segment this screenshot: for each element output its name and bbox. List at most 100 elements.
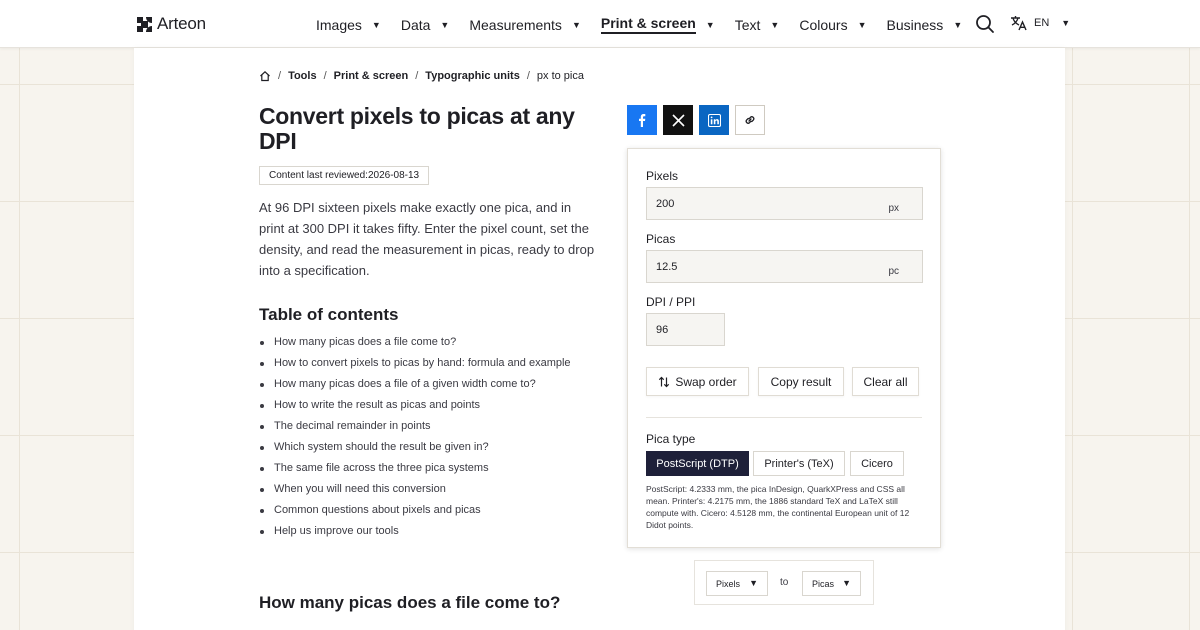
- pixels-unit: px: [888, 203, 899, 214]
- copy-link-button[interactable]: [735, 105, 765, 135]
- dpi-label: DPI / PPI: [646, 295, 696, 309]
- table-of-contents: How many picas does a file come to? How …: [259, 332, 571, 542]
- breadcrumb-typographic-units[interactable]: Typographic units: [425, 70, 520, 82]
- toc-item[interactable]: Help us improve our tools: [259, 521, 571, 542]
- breadcrumb: / Tools / Print & screen / Typographic u…: [259, 70, 584, 82]
- x-icon: [671, 113, 685, 127]
- picas-label: Picas: [646, 232, 676, 246]
- caret-down-icon: ▼: [705, 19, 715, 30]
- clear-all-button[interactable]: Clear all: [852, 367, 919, 396]
- caret-down-icon: ▼: [440, 19, 450, 30]
- translate-icon: [1011, 16, 1027, 31]
- nav-business[interactable]: Business ▼: [887, 15, 963, 34]
- caret-down-icon: ▼: [770, 19, 780, 30]
- toc-item[interactable]: When you will need this conversion: [259, 479, 571, 500]
- pica-type-printers-button[interactable]: Printer's (TeX): [753, 451, 845, 476]
- logo-icon: [137, 16, 152, 32]
- search-button[interactable]: [975, 14, 995, 34]
- nav-label: Data: [400, 16, 431, 33]
- content-card: / Tools / Print & screen / Typographic u…: [134, 48, 1065, 630]
- nav-label: Business: [886, 16, 944, 33]
- picas-unit: pc: [888, 266, 899, 277]
- dpi-value: 96: [656, 323, 669, 336]
- pica-type-postscript-button[interactable]: PostScript (DTP): [646, 451, 749, 476]
- brand-logo[interactable]: Arteon: [137, 14, 206, 34]
- divider: [646, 417, 922, 418]
- nav-label: Colours: [799, 16, 848, 33]
- copy-result-label: Copy result: [770, 374, 832, 389]
- caret-down-icon: ▼: [953, 19, 963, 30]
- nav-text[interactable]: Text ▼: [735, 15, 780, 34]
- toc-item[interactable]: Which system should the result be given …: [259, 437, 571, 458]
- pica-type-label-text: Cicero: [861, 457, 893, 470]
- to-unit-value: Picas: [812, 578, 835, 589]
- top-navigation: Arteon Images ▼ Data ▼ Measurements ▼ Pr…: [0, 0, 1200, 48]
- picas-input[interactable]: 12.5 pc: [646, 250, 923, 283]
- toc-item[interactable]: How many picas does a file come to?: [259, 332, 571, 353]
- nav-colours[interactable]: Colours ▼: [799, 15, 866, 34]
- language-switcher[interactable]: EN ▼: [1010, 15, 1070, 31]
- nav-measurements[interactable]: Measurements ▼: [469, 15, 581, 34]
- pica-type-cicero-button[interactable]: Cicero: [850, 451, 904, 476]
- toc-item[interactable]: How to convert pixels to picas by hand: …: [259, 353, 571, 374]
- clear-all-label: Clear all: [863, 374, 908, 389]
- reviewed-date: 2026-08-13: [367, 170, 420, 181]
- page-title: Convert pixels to picas at any DPI: [259, 103, 575, 154]
- pica-type-label: Pica type: [646, 432, 696, 446]
- caret-down-icon: ▼: [857, 19, 867, 30]
- share-facebook-button[interactable]: [627, 105, 657, 135]
- breadcrumb-separator: /: [323, 70, 327, 82]
- swap-order-button[interactable]: Swap order: [646, 367, 749, 396]
- nav-label: Images: [316, 16, 362, 33]
- pica-type-note: PostScript: 4.2333 mm, the pica InDesign…: [646, 484, 910, 530]
- toc-item[interactable]: Common questions about pixels and picas: [259, 500, 571, 521]
- toc-item[interactable]: How to write the result as picas and poi…: [259, 395, 571, 416]
- to-unit-select[interactable]: Picas ▼: [802, 571, 861, 596]
- toc-title: Table of contents: [259, 305, 399, 324]
- dpi-input[interactable]: 96: [646, 313, 725, 346]
- toc-item[interactable]: The same file across the three pica syst…: [259, 458, 571, 479]
- breadcrumb-current: px to pica: [536, 70, 584, 82]
- caret-down-icon: ▼: [842, 578, 851, 588]
- nav-data[interactable]: Data ▼: [401, 15, 450, 34]
- pica-type-label-text: PostScript (DTP): [656, 457, 739, 470]
- language-code: EN: [1034, 17, 1050, 29]
- nav-label: Print & screen: [600, 15, 696, 34]
- toc-item[interactable]: How many picas does a file of a given wi…: [259, 374, 571, 395]
- share-linkedin-button[interactable]: [699, 105, 729, 135]
- breadcrumb-print-screen[interactable]: Print & screen: [334, 70, 409, 82]
- share-x-button[interactable]: [663, 105, 693, 135]
- share-buttons: [627, 105, 765, 135]
- caret-down-icon: ▼: [571, 19, 581, 30]
- caret-down-icon: ▼: [749, 578, 758, 588]
- pixels-value: 200: [656, 197, 675, 210]
- swap-order-label: Swap order: [675, 374, 737, 389]
- nav-print-screen[interactable]: Print & screen ▼: [600, 15, 715, 34]
- from-unit-value: Pixels: [716, 578, 741, 589]
- home-icon[interactable]: [259, 70, 271, 82]
- breadcrumb-separator: /: [526, 70, 530, 82]
- converter-panel: Pixels 200 px Picas 12.5 pc DPI / PPI 96…: [627, 148, 941, 548]
- from-unit-select[interactable]: Pixels ▼: [706, 571, 768, 596]
- copy-result-button[interactable]: Copy result: [758, 367, 844, 396]
- pixels-label: Pixels: [646, 169, 679, 183]
- facebook-icon: [639, 114, 646, 127]
- nav-label: Text: [734, 16, 761, 33]
- reviewed-label: Content last reviewed:: [269, 170, 368, 181]
- breadcrumb-tools[interactable]: Tools: [288, 70, 317, 82]
- search-icon: [976, 15, 994, 33]
- brand-name: Arteon: [157, 14, 206, 33]
- pixels-input[interactable]: 200 px: [646, 187, 923, 220]
- unit-switcher: Pixels ▼ to Picas ▼: [694, 560, 874, 605]
- toc-item[interactable]: The decimal remainder in points: [259, 416, 571, 437]
- caret-down-icon: ▼: [371, 19, 381, 30]
- breadcrumb-separator: /: [278, 70, 282, 82]
- nav-images[interactable]: Images ▼: [316, 15, 381, 34]
- swap-icon: [659, 376, 670, 387]
- main-menu: Images ▼ Data ▼ Measurements ▼ Print & s…: [316, 15, 982, 34]
- linkedin-icon: [707, 113, 721, 127]
- reviewed-badge: Content last reviewed:2026-08-13: [259, 166, 430, 185]
- caret-down-icon: ▼: [1061, 18, 1071, 28]
- section-heading: How many picas does a file come to?: [259, 593, 561, 612]
- nav-label: Measurements: [469, 16, 562, 33]
